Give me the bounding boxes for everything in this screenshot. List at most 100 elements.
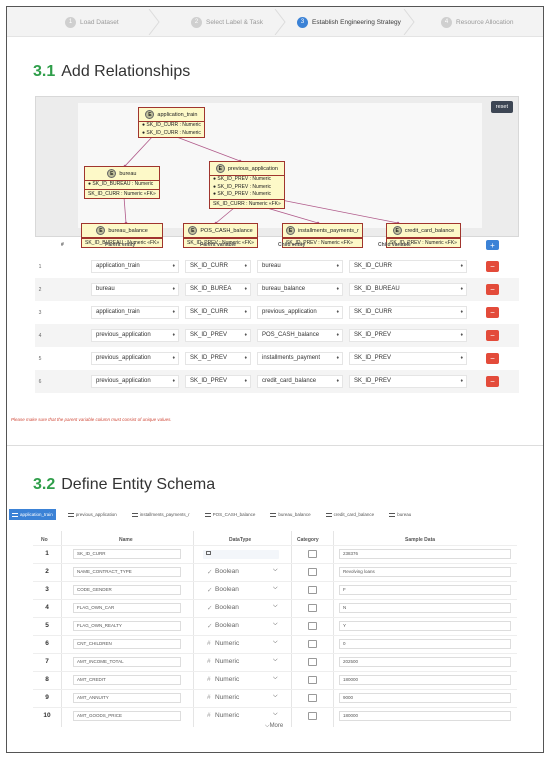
entity-application-train[interactable]: Eapplication_train ● SK_ID_CURR : Numeri… [138,107,205,138]
tab-bureau-balance[interactable]: bureau_balance [267,509,313,520]
sample-data-input[interactable]: 180000 [339,675,511,685]
datatype-select[interactable]: Numeric [215,658,239,665]
parent-entity-select[interactable]: application_train ♦ [91,260,179,273]
chevron-down-icon[interactable]: ⌵ [273,711,278,718]
chevron-down-icon[interactable]: ⌵ [273,603,278,610]
remove-relationship-button[interactable]: − [486,261,499,272]
er-diagram[interactable]: reset Eapplication_train ● SK_ID_CURR : … [35,96,519,248]
tab-application-train[interactable]: application_train [9,509,56,520]
field-name-input[interactable]: FLAG_OWN_CAR [73,603,181,613]
child-variable-select[interactable]: SK_ID_PREV ♦ [349,329,467,342]
parent-entity-select[interactable]: bureau ♦ [91,283,179,296]
child-entity-select[interactable]: bureau ♦ [257,260,343,273]
sample-data-input[interactable]: Revolving loans [339,567,511,577]
parent-variable-select[interactable]: SK_ID_PREV ♦ [185,329,251,342]
chevron-down-icon[interactable]: ⌵ [273,693,278,700]
tab-credit-card-balance[interactable]: credit_card_balance [323,509,378,520]
field-name-input[interactable]: NAME_CONTRACT_TYPE [73,567,181,577]
chevron-down-icon[interactable]: ⌵ [273,657,278,664]
datatype-select[interactable]: Numeric [215,694,239,701]
category-checkbox[interactable] [308,550,317,558]
field-name-input[interactable]: AMT_INCOME_TOTAL [73,657,181,667]
child-entity-select[interactable]: POS_CASH_balance ♦ [257,329,343,342]
category-checkbox[interactable] [308,604,317,612]
remove-relationship-button[interactable]: − [486,284,499,295]
child-entity-select[interactable]: bureau_balance ♦ [257,283,343,296]
sample-data-input[interactable]: 238376 [339,549,511,559]
parent-variable-select[interactable]: SK_ID_BUREA ♦ [185,283,251,296]
child-entity-select[interactable]: installments_payment ♦ [257,352,343,365]
field-name-input[interactable]: AMT_GOODS_PRICE [73,711,181,721]
chevron-down-icon[interactable]: ⌵ [273,675,278,682]
tab-pos-cash-balance[interactable]: POS_CASH_balance [202,509,259,520]
sample-data-input[interactable]: 0 [339,639,511,649]
datatype-select[interactable]: Numeric [215,676,239,683]
parent-entity-select[interactable]: previous_application ♦ [91,329,179,342]
category-checkbox[interactable] [308,622,317,630]
tab-installments-payments[interactable]: installments_payments_r [129,509,193,520]
datatype-select[interactable]: Boolean [215,604,239,611]
sample-data-input[interactable]: N [339,603,511,613]
sample-data-input[interactable]: 9000 [339,693,511,703]
remove-relationship-button[interactable]: − [486,330,499,341]
add-relationship-button[interactable]: + [486,240,499,250]
sample-data-input[interactable]: 180000 [339,711,511,721]
chevron-down-icon[interactable]: ⌵ [273,567,278,574]
chevron-down-icon[interactable]: ⌵ [273,639,278,646]
child-entity-select[interactable]: credit_card_balance ♦ [257,375,343,388]
field-name-input[interactable]: AMT_ANNUITY [73,693,181,703]
step-load-dataset[interactable]: 1 Load Dataset [65,7,119,37]
entity-previous-application[interactable]: Eprevious_application ● SK_ID_PREV : Num… [209,161,285,209]
category-checkbox[interactable] [308,640,317,648]
parent-variable-select[interactable]: SK_ID_PREV ♦ [185,352,251,365]
category-checkbox[interactable] [308,586,317,594]
category-checkbox[interactable] [308,658,317,666]
boolean-icon: ✓ [207,623,213,630]
datatype-select[interactable]: Boolean [215,622,239,629]
parent-variable-select[interactable]: SK_ID_CURR ♦ [185,306,251,319]
category-checkbox[interactable] [308,712,317,720]
chevron-down-icon[interactable]: ⌵ [273,585,278,592]
tab-previous-application[interactable]: previous_application [65,509,120,520]
tab-bureau[interactable]: bureau [386,509,414,520]
parent-entity-select[interactable]: application_train ♦ [91,306,179,319]
remove-relationship-button[interactable]: − [486,353,499,364]
step-engineering-strategy[interactable]: 3 Establish Engineering Strategy [297,7,401,37]
field-name-input[interactable]: AMT_CREDIT [73,675,181,685]
sample-data-input[interactable]: Y [339,621,511,631]
datatype-select[interactable]: Numeric [215,640,239,647]
step-resource-allocation[interactable]: 4 Resource Allocation [441,7,513,37]
step-select-label[interactable]: 2 Select Label & Task [191,7,263,37]
child-variable-select[interactable]: SK_ID_CURR ♦ [349,260,467,273]
child-variable-select[interactable]: SK_ID_CURR ♦ [349,306,467,319]
child-variable-select[interactable]: SK_ID_PREV ♦ [349,375,467,388]
sample-data-input[interactable]: 202500 [339,657,511,667]
table-icon [204,512,211,517]
col-header-child-variable: Child variable [378,242,411,248]
chevron-down-icon[interactable]: ⌵ [273,621,278,628]
child-variable-select[interactable]: SK_ID_PREV ♦ [349,352,467,365]
child-entity-select[interactable]: previous_application ♦ [257,306,343,319]
datatype-select[interactable]: Boolean [215,568,239,575]
parent-entity-select[interactable]: previous_application ♦ [91,375,179,388]
field-name-input[interactable]: SK_ID_CURR [73,549,181,559]
category-checkbox[interactable] [308,694,317,702]
parent-variable-select[interactable]: SK_ID_CURR ♦ [185,260,251,273]
remove-relationship-button[interactable]: − [486,307,499,318]
field-name-input[interactable]: FLAG_OWN_REALTY [73,621,181,631]
more-button[interactable]: ⌵More [265,723,283,730]
sample-data-input[interactable]: F [339,585,511,595]
row-number: 10 [43,712,51,719]
parent-entity-select[interactable]: previous_application ♦ [91,352,179,365]
field-name-input[interactable]: CNT_CHILDREN [73,639,181,649]
parent-variable-select[interactable]: SK_ID_PREV ♦ [185,375,251,388]
child-variable-select[interactable]: SK_ID_BUREAU ♦ [349,283,467,296]
datatype-select[interactable] [203,550,279,559]
category-checkbox[interactable] [308,568,317,576]
category-checkbox[interactable] [308,676,317,684]
entity-bureau[interactable]: Ebureau ● SK_ID_BUREAU : Numeric SK_ID_C… [84,166,160,199]
datatype-select[interactable]: Boolean [215,586,239,593]
field-name-input[interactable]: CODE_GENDER [73,585,181,595]
remove-relationship-button[interactable]: − [486,376,499,387]
datatype-select[interactable]: Numeric [215,712,239,719]
